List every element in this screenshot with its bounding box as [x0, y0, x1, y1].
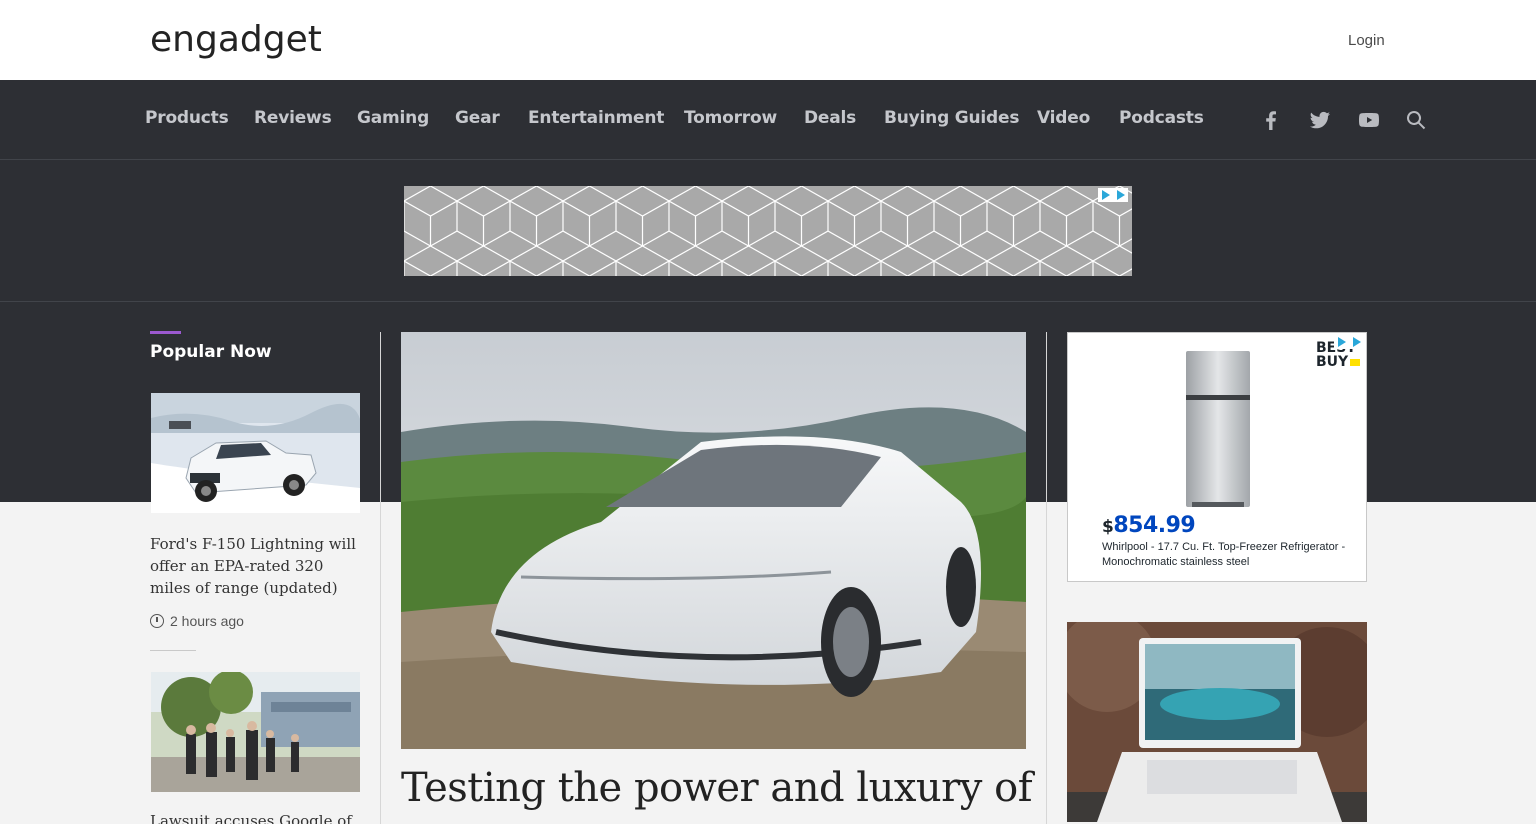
nav-item-gaming[interactable]: Gaming [357, 108, 429, 128]
laptop-story-image[interactable] [1067, 622, 1367, 822]
nav-item-podcasts[interactable]: Podcasts [1119, 108, 1204, 128]
nav-item-gear[interactable]: Gear [455, 108, 500, 128]
top-bar: engadget Login [0, 0, 1536, 80]
popular-now-heading: Popular Now [150, 342, 272, 362]
nav-item-entertainment[interactable]: Entertainment [528, 108, 664, 128]
column-divider [380, 332, 381, 824]
nav-item-deals[interactable]: Deals [804, 108, 856, 128]
divider [0, 301, 1536, 302]
story-thumbnail-truck[interactable] [151, 393, 360, 513]
adchoices-icon[interactable] [1098, 188, 1128, 202]
story-timestamp: 2 hours ago [150, 613, 244, 629]
facebook-icon[interactable] [1259, 108, 1283, 132]
engadget-logo[interactable]: engadget [150, 20, 322, 60]
ad-price: $854.99 [1102, 513, 1196, 538]
ad-product-description: Whirlpool - 17.7 Cu. Ft. Top-Freezer Ref… [1102, 541, 1346, 568]
youtube-icon[interactable] [1357, 108, 1381, 132]
section-accent [150, 331, 181, 334]
top-ad-banner[interactable] [404, 186, 1132, 276]
story-divider [150, 650, 196, 651]
twitter-icon[interactable] [1308, 108, 1332, 132]
main-nav: Products Reviews Gaming Gear Entertainme… [0, 80, 1536, 160]
nav-item-reviews[interactable]: Reviews [254, 108, 332, 128]
story-time-text: 2 hours ago [170, 613, 244, 629]
login-link[interactable]: Login [1348, 32, 1385, 49]
story-title[interactable]: Ford's F-150 Lightning will offer an EPA… [150, 533, 362, 599]
sidebar-ad[interactable]: BEST BUY $854.99 Whirlpool - 17.7 Cu. Ft… [1067, 332, 1367, 582]
column-divider [1046, 332, 1047, 824]
cube-pattern [404, 186, 1132, 276]
refrigerator-image [1186, 351, 1250, 507]
nav-item-tomorrow[interactable]: Tomorrow [684, 108, 777, 128]
nav-item-video[interactable]: Video [1037, 108, 1090, 128]
currency-symbol: $ [1102, 517, 1114, 537]
price-value: 854.99 [1113, 513, 1196, 538]
story-title[interactable]: Lawsuit accuses Google of [150, 810, 362, 824]
hero-image[interactable] [401, 332, 1026, 749]
nav-item-buying-guides[interactable]: Buying Guides [884, 108, 1019, 128]
best-buy-tag [1350, 359, 1360, 366]
hero-headline[interactable]: Testing the power and luxury of [401, 765, 1033, 811]
clock-icon [150, 614, 164, 628]
story-thumbnail-google[interactable] [151, 672, 360, 792]
search-icon[interactable] [1404, 108, 1428, 132]
adchoices-icon[interactable] [1334, 335, 1364, 349]
nav-item-products[interactable]: Products [145, 108, 229, 128]
